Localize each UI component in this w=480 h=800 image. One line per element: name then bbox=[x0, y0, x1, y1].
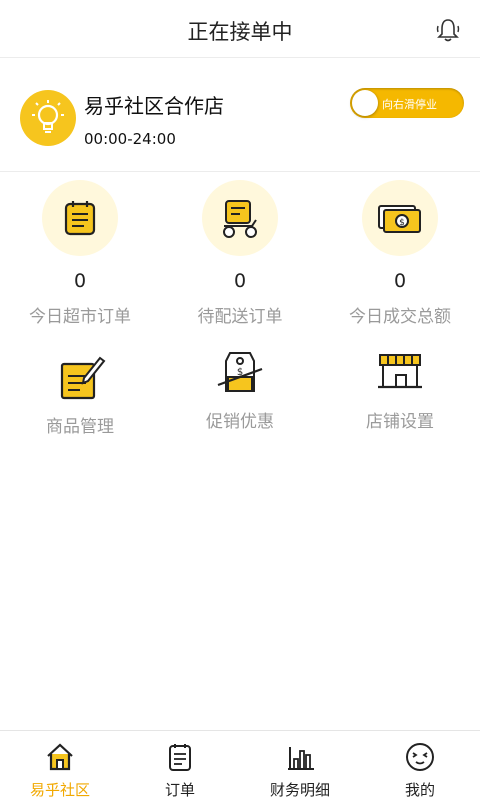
toggle-label: 向右滑停业 bbox=[382, 98, 437, 111]
tool-icon-wrap: $ bbox=[212, 345, 268, 401]
tool-store-settings[interactable]: 店铺设置 bbox=[320, 345, 480, 432]
delivery-scooter-icon bbox=[223, 200, 257, 238]
stat-label: 待配送订单 bbox=[197, 307, 283, 327]
store-logo bbox=[20, 90, 76, 146]
stat-value: 0 bbox=[73, 270, 87, 292]
stat-value: 0 bbox=[233, 270, 247, 292]
edit-note-icon bbox=[60, 356, 106, 400]
tab-label: 我的 bbox=[404, 781, 435, 799]
stat-icon-circle: $ bbox=[362, 180, 438, 256]
tool-label: 店铺设置 bbox=[366, 412, 434, 432]
bar-chart-icon bbox=[288, 747, 314, 770]
tool-label: 商品管理 bbox=[46, 417, 114, 437]
toggle-knob[interactable] bbox=[352, 90, 378, 116]
bell-icon[interactable] bbox=[434, 16, 462, 44]
tab-label: 财务明细 bbox=[269, 781, 330, 799]
storefront-icon bbox=[378, 354, 422, 389]
smiley-face-icon bbox=[406, 743, 434, 771]
tab-orders[interactable]: 订单 bbox=[120, 731, 240, 800]
price-tag-icon: $ bbox=[217, 352, 263, 392]
stat-icon-circle bbox=[202, 180, 278, 256]
store-header: 易乎社区合作店 00:00-24:00 向右滑停业 bbox=[0, 60, 480, 172]
store-hours: 00:00-24:00 bbox=[84, 130, 176, 148]
stat-daily-revenue[interactable]: $ 0 今日成交总额 bbox=[320, 180, 480, 327]
stat-value: 0 bbox=[393, 270, 407, 292]
stat-label: 今日超市订单 bbox=[29, 307, 131, 327]
stat-supermarket-orders[interactable]: 0 今日超市订单 bbox=[0, 180, 160, 327]
stat-label: 今日成交总额 bbox=[349, 307, 451, 327]
notepad-icon bbox=[64, 201, 96, 236]
order-list-icon bbox=[169, 744, 191, 771]
tab-home[interactable]: 易乎社区 bbox=[0, 731, 120, 800]
tool-product-management[interactable]: 商品管理 bbox=[0, 350, 160, 437]
stat-icon-circle bbox=[42, 180, 118, 256]
tool-icon-wrap bbox=[52, 350, 108, 406]
money-bills-icon: $ bbox=[378, 205, 421, 233]
tab-profile[interactable]: 我的 bbox=[360, 731, 480, 800]
stat-pending-delivery[interactable]: 0 待配送订单 bbox=[160, 180, 320, 327]
tab-finance[interactable]: 财务明细 bbox=[240, 731, 360, 800]
store-name: 易乎社区合作店 bbox=[84, 94, 224, 118]
tool-icon-wrap bbox=[372, 345, 428, 401]
tab-label: 易乎社区 bbox=[29, 781, 90, 799]
svg-text:$: $ bbox=[399, 218, 405, 228]
business-toggle[interactable]: 向右滑停业 bbox=[350, 88, 464, 118]
home-icon bbox=[47, 743, 73, 771]
tool-promotions[interactable]: $ 促销优惠 bbox=[160, 345, 320, 432]
top-bar: 正在接单中 bbox=[0, 0, 480, 58]
tool-label: 促销优惠 bbox=[206, 412, 274, 432]
bottom-tab-bar: 易乎社区 订单 财务明细 我的 bbox=[0, 730, 480, 800]
lightbulb-icon bbox=[32, 100, 64, 133]
tab-label: 订单 bbox=[164, 781, 195, 799]
page-title: 正在接单中 bbox=[187, 20, 293, 44]
